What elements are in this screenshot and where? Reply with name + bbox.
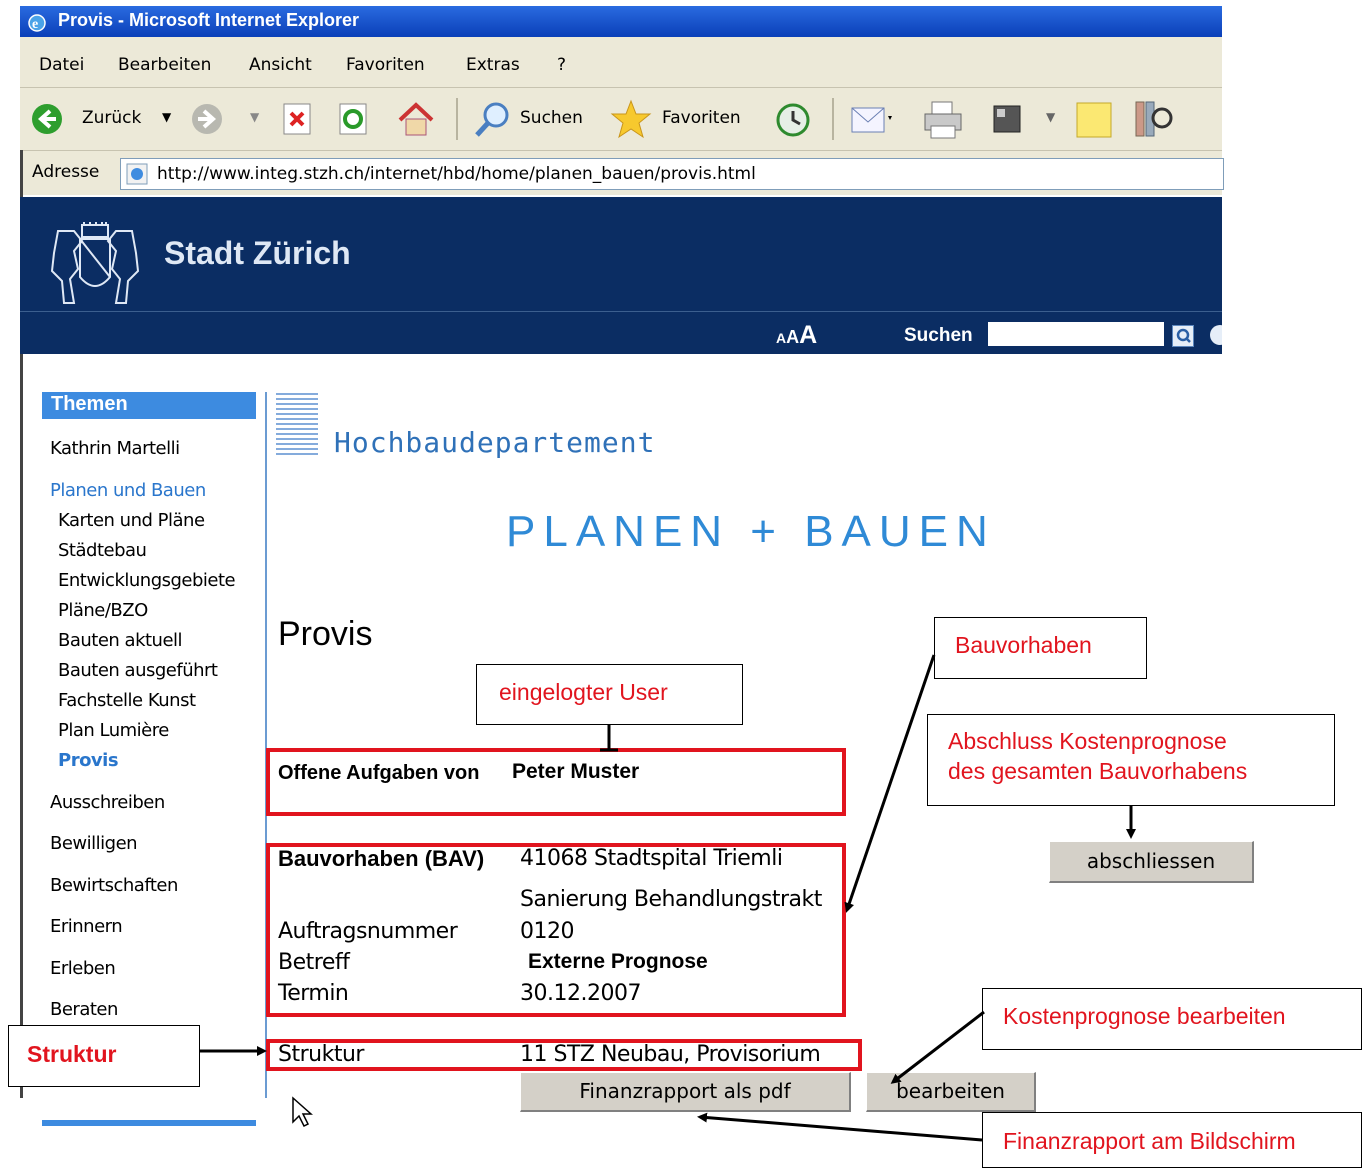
arrow-edit [890,1010,985,1084]
arrow-report [697,1112,983,1142]
arrow-project [844,654,936,913]
annotation-arrows [200,654,1136,1142]
